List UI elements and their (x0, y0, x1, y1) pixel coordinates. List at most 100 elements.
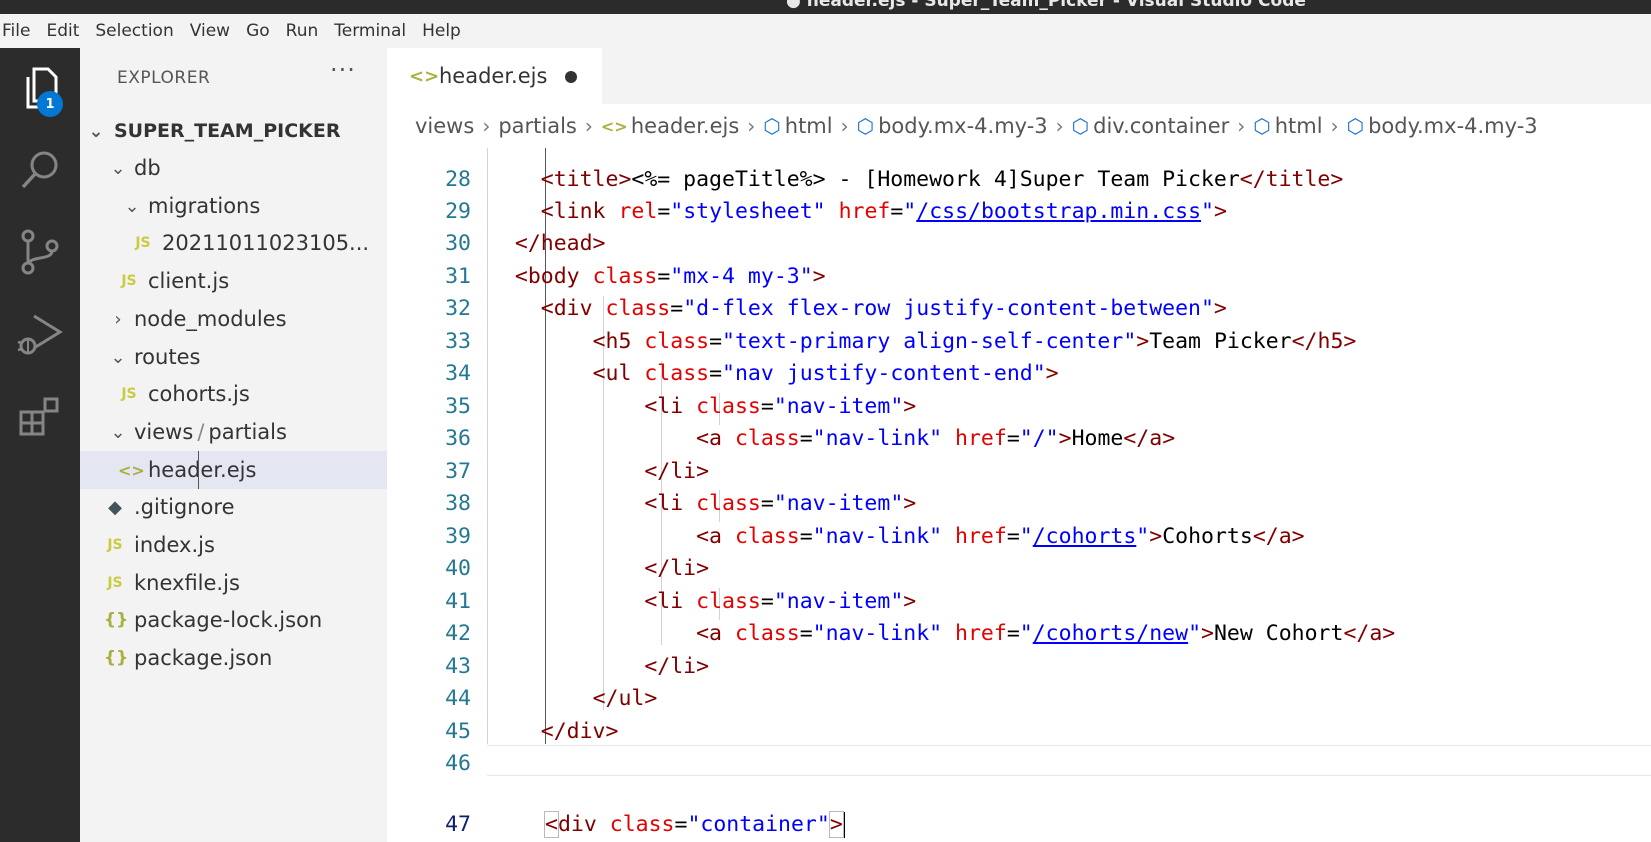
code-line: 30 </head> (387, 196, 1651, 256)
tree-file-client-js[interactable]: JS client.js (80, 262, 387, 300)
activity-bar: 1 (0, 48, 80, 842)
tree-file-package-lock-json[interactable]: {} package-lock.json (80, 601, 387, 639)
tree-folder-routes[interactable]: ⌄ routes (80, 338, 387, 376)
breadcrumb-file[interactable]: <> header.ejs (601, 114, 739, 138)
code-line: 42 <a class="nav-link" href="/cohorts/ne… (387, 586, 1651, 646)
chevron-down-icon: ⌄ (88, 120, 104, 142)
tree-item-label: package-lock.json (134, 608, 323, 632)
tree-item-label: index.js (134, 533, 215, 557)
tree-folder-db[interactable]: ⌄ db (80, 149, 387, 187)
text-cursor (842, 812, 845, 838)
tree-folder-node-modules[interactable]: › node_modules (80, 300, 387, 338)
tree-file-index-js[interactable]: JS index.js (80, 526, 387, 564)
symbol-cube-icon: ⬡ (763, 114, 781, 138)
explorer-sidebar: EXPLORER ··· ⌄ SUPER_TEAM_PICKER ⌄ db ⌄ … (80, 48, 387, 842)
tab-bar: <> header.ejs (387, 48, 1651, 104)
git-file-icon: ◆ (108, 496, 122, 518)
tree-item-label: client.js (148, 269, 230, 293)
indent-guide (198, 451, 199, 489)
breadcrumb-symbol[interactable]: ⬡ html (763, 114, 832, 138)
code-line: 31 <body class="mx-4 my-3"> (387, 229, 1651, 289)
code-line: 44 </ul> (387, 651, 1651, 711)
chevron-down-icon: ⌄ (110, 421, 126, 443)
extensions-icon (19, 397, 59, 436)
menu-edit[interactable]: Edit (38, 14, 87, 48)
code-line: 38 <li class="nav-item"> (387, 456, 1651, 516)
tree-file-package-json[interactable]: {} package.json (80, 639, 387, 677)
tree-item-label: db (134, 156, 161, 180)
tree-item-label-2: partials (208, 420, 287, 444)
breadcrumb-symbol[interactable]: ⬡ html (1253, 114, 1322, 138)
tree-root-folder[interactable]: ⌄ SUPER_TEAM_PICKER (80, 112, 387, 150)
chevron-right-icon: › (840, 114, 849, 138)
explorer-title: EXPLORER (117, 68, 211, 88)
window-title: ● header.ejs - Super_Team_Picker - Visua… (786, 0, 1306, 11)
breadcrumb-symbol[interactable]: ⬡ body.mx-4.my-3 (1347, 114, 1538, 138)
source-control-activity-button[interactable] (0, 212, 80, 292)
menu-view[interactable]: View (182, 14, 238, 48)
tree-item-label: views (134, 420, 194, 444)
menu-help[interactable]: Help (414, 14, 469, 48)
menu-run[interactable]: Run (278, 14, 327, 48)
tree-file-gitignore[interactable]: ◆ .gitignore (80, 488, 387, 526)
tree-file-header-ejs[interactable]: <> header.ejs (80, 451, 387, 489)
symbol-cube-icon: ⬡ (1253, 114, 1271, 138)
tree-file-knexfile-js[interactable]: JS knexfile.js (80, 564, 387, 602)
menu-file[interactable]: File (0, 14, 38, 48)
tab-label: header.ejs (439, 64, 548, 88)
code-line: 39 <a class="nav-link" href="/cohorts">C… (387, 489, 1651, 549)
chevron-down-icon: ⌄ (124, 195, 140, 217)
ejs-file-icon: <> (600, 116, 628, 136)
code-line: 40 </li> (387, 521, 1651, 581)
source-control-icon (21, 229, 59, 275)
tree-item-label: knexfile.js (134, 571, 240, 595)
js-file-icon: JS (121, 386, 137, 402)
chevron-down-icon: ⌄ (110, 157, 126, 179)
tree-file-migration[interactable]: JS 20211011023105... (80, 224, 387, 262)
code-line-current: 47 <div class="container"> (387, 745, 1651, 838)
code-line: 34 <ul class="nav justify-content-end"> (387, 326, 1651, 386)
menu-terminal[interactable]: Terminal (326, 14, 414, 48)
code-line: 45 </div> (387, 684, 1651, 744)
js-file-icon: JS (135, 235, 151, 251)
breadcrumb-item[interactable]: partials (498, 114, 577, 138)
unsaved-dot-icon[interactable] (565, 71, 577, 83)
more-actions-icon[interactable]: ··· (330, 56, 356, 84)
search-activity-button[interactable] (0, 130, 80, 210)
menu-go[interactable]: Go (238, 14, 278, 48)
explorer-badge: 1 (37, 91, 63, 117)
chevron-right-icon: › (1055, 114, 1064, 138)
chevron-right-icon: › (1237, 114, 1246, 138)
code-line: 35 <li class="nav-item"> (387, 359, 1651, 419)
chevron-right-icon: › (584, 114, 593, 138)
js-file-icon: JS (107, 575, 123, 591)
run-debug-activity-button[interactable] (0, 294, 80, 374)
chevron-right-icon: › (114, 308, 122, 330)
line-number: 47 (445, 812, 471, 837)
tree-folder-views-partials[interactable]: ⌄ views / partials (80, 413, 387, 451)
breadcrumb-symbol[interactable]: ⬡ div.container (1072, 114, 1230, 138)
code-line: 37 </li> (387, 424, 1651, 484)
code-line: 28 <title><%= pageTitle%> - [Homework 4]… (387, 148, 1651, 192)
code-editor[interactable]: 28 <title><%= pageTitle%> - [Homework 4]… (387, 148, 1651, 842)
tree-file-cohorts-js[interactable]: JS cohorts.js (80, 375, 387, 413)
code-line: 29 <link rel="stylesheet" href="/css/boo… (387, 164, 1651, 224)
editor-area: <> header.ejs views › partials › <> heade… (387, 48, 1651, 842)
menu-selection[interactable]: Selection (87, 14, 181, 48)
breadcrumb-item[interactable]: views (415, 114, 474, 138)
title-bar: ● header.ejs - Super_Team_Picker - Visua… (0, 0, 1651, 14)
run-debug-icon (17, 314, 63, 355)
breadcrumb-symbol[interactable]: ⬡ body.mx-4.my-3 (857, 114, 1048, 138)
search-icon (21, 151, 58, 189)
explorer-activity-button[interactable]: 1 (0, 48, 80, 128)
tree-item-label: .gitignore (134, 495, 235, 519)
path-separator: / (197, 420, 205, 444)
tree-folder-migrations[interactable]: ⌄ migrations (80, 187, 387, 225)
tree-item-label: migrations (148, 194, 261, 218)
extensions-activity-button[interactable] (0, 376, 80, 456)
json-file-icon: {} (104, 648, 129, 668)
tab-header-ejs[interactable]: <> header.ejs (387, 48, 602, 104)
chevron-right-icon: › (1330, 114, 1339, 138)
current-line-highlight (487, 745, 1651, 776)
tree-item-label: cohorts.js (148, 382, 250, 406)
